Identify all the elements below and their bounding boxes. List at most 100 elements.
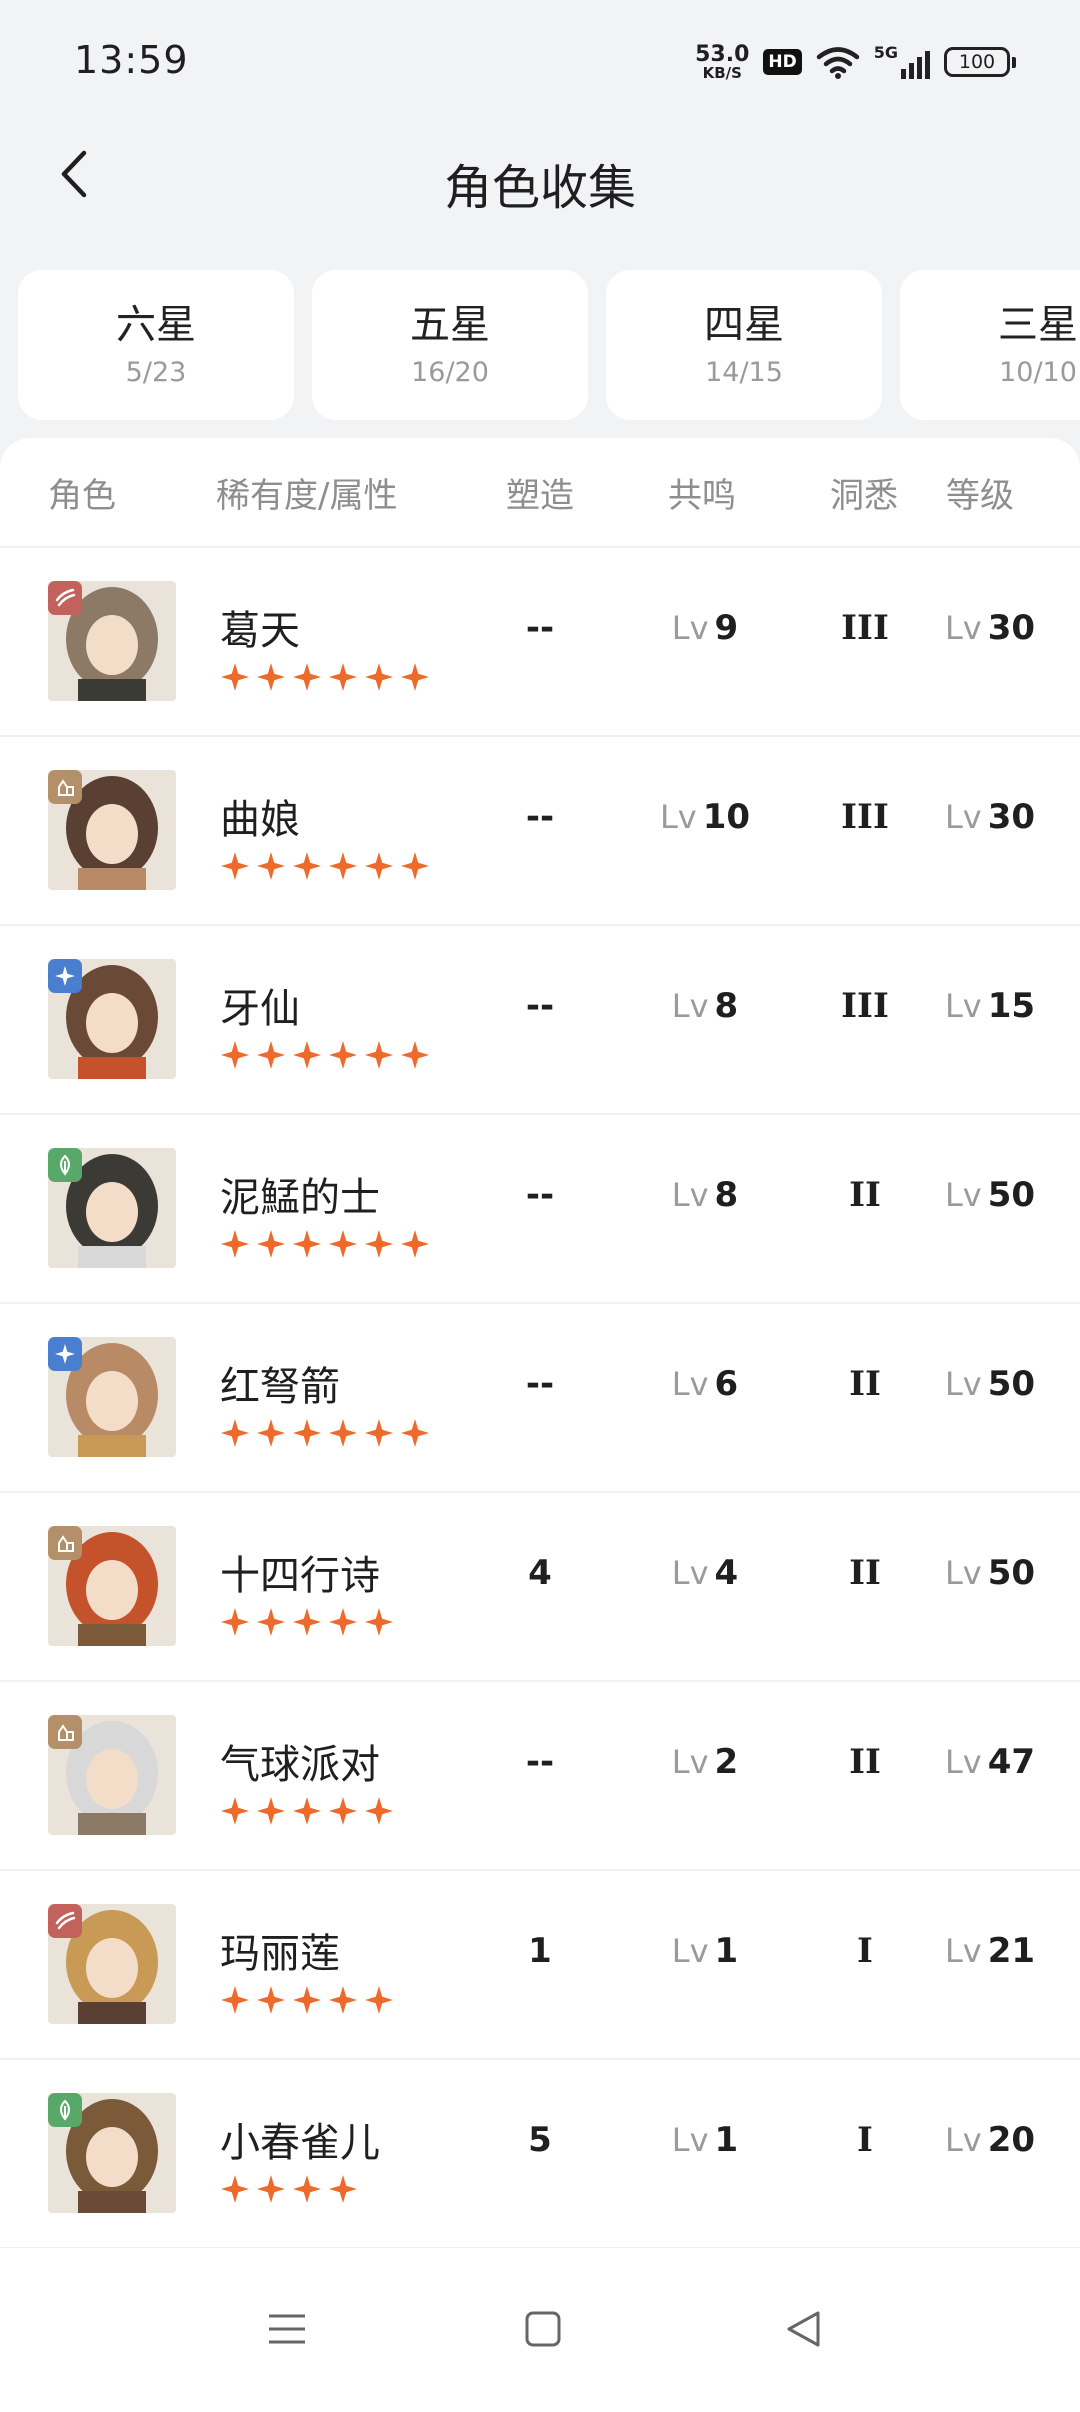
resonance-value: 4 — [714, 1553, 739, 1593]
star-icon — [257, 1797, 285, 1825]
rarity-stars — [220, 1229, 430, 1259]
rarity-stars — [220, 1796, 394, 1826]
star-icon — [293, 852, 321, 880]
star-icon — [401, 1230, 429, 1258]
star-icon — [365, 1041, 393, 1069]
shaping-value: -- — [525, 797, 555, 837]
shaping-value: -- — [525, 1175, 555, 1215]
level-cell: Lv 50 — [930, 1364, 1050, 1404]
character-name: 泥鯭的士 — [220, 1175, 380, 1221]
attribute-badge — [48, 1337, 82, 1371]
star-icon — [365, 1986, 393, 2014]
column-header-rarity-attribute: 稀有度/属性 — [216, 476, 398, 516]
rarity-stars — [220, 1040, 430, 1070]
character-list[interactable]: 角色 稀有度/属性 塑造 共鸣 洞悉 等级 葛天 -- Lv 9 III Lv 30 曲娘 --… — [0, 438, 1080, 2248]
star-icon — [221, 1797, 249, 1825]
resonance-cell: Lv 1 — [640, 1931, 770, 1971]
insight-value: II — [849, 1553, 881, 1593]
star-icon — [221, 1986, 249, 2014]
star-icon — [221, 1419, 249, 1447]
star-icon — [365, 1230, 393, 1258]
star-icon — [401, 1041, 429, 1069]
battery-level: 100 — [944, 47, 1010, 77]
level-cell: Lv 20 — [930, 2120, 1050, 2160]
attribute-badge — [48, 959, 82, 993]
resonance-value: 10 — [702, 797, 751, 837]
plant-attribute-icon — [60, 2099, 70, 2121]
resonance-cell: Lv 4 — [640, 1553, 770, 1593]
character-row[interactable]: 曲娘 -- Lv 10 III Lv 30 — [0, 737, 1080, 926]
star-icon — [329, 1608, 357, 1636]
back-nav-button[interactable] — [768, 2294, 838, 2364]
lv-prefix: Lv — [659, 798, 697, 836]
character-row[interactable]: 玛丽莲 1 Lv 1 I Lv 21 — [0, 1871, 1080, 2060]
tab-label: 五星 — [410, 301, 490, 348]
character-row[interactable]: 葛天 -- Lv 9 III Lv 30 — [0, 548, 1080, 737]
star-icon — [221, 1041, 249, 1069]
lv-prefix: Lv — [944, 1743, 982, 1781]
resonance-cell: Lv 1 — [640, 2120, 770, 2160]
tab-six-star[interactable]: 六星 5/23 — [18, 270, 294, 420]
star-icon — [257, 1608, 285, 1636]
column-header-shaping: 塑造 — [506, 476, 574, 516]
character-name: 牙仙 — [220, 986, 300, 1032]
star-icon — [401, 852, 429, 880]
menu-button[interactable] — [252, 2294, 322, 2364]
insight-value: II — [849, 1364, 881, 1404]
star-icon — [221, 1230, 249, 1258]
insight-value: II — [849, 1175, 881, 1215]
star-icon — [293, 663, 321, 691]
lv-prefix: Lv — [671, 2121, 709, 2159]
beast-attribute-icon — [55, 1911, 76, 1930]
star-icon — [329, 1041, 357, 1069]
character-name: 红弩箭 — [220, 1364, 340, 1410]
shaping-value: 4 — [528, 1553, 552, 1593]
character-row[interactable]: 十四行诗 4 Lv 4 II Lv 50 — [0, 1493, 1080, 1682]
tab-five-star[interactable]: 五星 16/20 — [312, 270, 588, 420]
network-speed: 53.0 KB/S — [695, 43, 749, 81]
lv-prefix: Lv — [944, 987, 982, 1025]
page-title: 角色收集 — [443, 160, 636, 216]
navigation-bar — [0, 2248, 1080, 2412]
tab-three-star[interactable]: 三星 10/10 — [900, 270, 1080, 420]
resonance-cell: Lv 6 — [640, 1364, 770, 1404]
beast-attribute-icon — [55, 588, 76, 607]
resonance-value: 6 — [714, 1364, 739, 1404]
resonance-value: 1 — [714, 1931, 739, 1971]
lv-prefix: Lv — [944, 1932, 982, 1970]
resonance-value: 2 — [714, 1742, 739, 1782]
spirit-attribute-icon — [58, 1535, 74, 1552]
network-type-label: 5G — [873, 43, 898, 62]
star-icon — [329, 852, 357, 880]
star-icon — [221, 1608, 249, 1636]
tab-count: 10/10 — [999, 356, 1077, 388]
character-row[interactable]: 小春雀儿 5 Lv 1 I Lv 20 — [0, 2060, 1080, 2248]
insight-value: I — [857, 2120, 873, 2160]
insight-value: I — [857, 1931, 873, 1971]
character-row[interactable]: 牙仙 -- Lv 8 III Lv 15 — [0, 926, 1080, 1115]
level-cell: Lv 50 — [930, 1553, 1050, 1593]
shaping-value: 1 — [528, 1931, 552, 1971]
lv-prefix: Lv — [671, 987, 709, 1025]
character-row[interactable]: 红弩箭 -- Lv 6 II Lv 50 — [0, 1304, 1080, 1493]
character-row[interactable]: 泥鯭的士 -- Lv 8 II Lv 50 — [0, 1115, 1080, 1304]
star-icon — [293, 1041, 321, 1069]
attribute-badge — [48, 1904, 82, 1938]
tab-label: 三星 — [998, 301, 1078, 348]
home-button[interactable] — [508, 2294, 578, 2364]
tab-four-star[interactable]: 四星 14/15 — [606, 270, 882, 420]
star-attribute-icon — [55, 966, 75, 986]
rarity-stars — [220, 851, 430, 881]
level-value: 50 — [987, 1175, 1036, 1215]
level-value: 20 — [987, 2120, 1036, 2160]
star-icon — [221, 663, 249, 691]
back-triangle-icon — [787, 2311, 820, 2347]
resonance-cell: Lv 10 — [640, 797, 770, 837]
character-row[interactable]: 气球派对 -- Lv 2 II Lv 47 — [0, 1682, 1080, 1871]
star-icon — [293, 1608, 321, 1636]
lv-prefix: Lv — [944, 1365, 982, 1403]
star-icon — [365, 1797, 393, 1825]
spirit-attribute-icon — [58, 1724, 74, 1741]
insight-value: III — [841, 986, 889, 1026]
status-icons: 53.0 KB/S HD 5G 100 — [695, 38, 1016, 86]
